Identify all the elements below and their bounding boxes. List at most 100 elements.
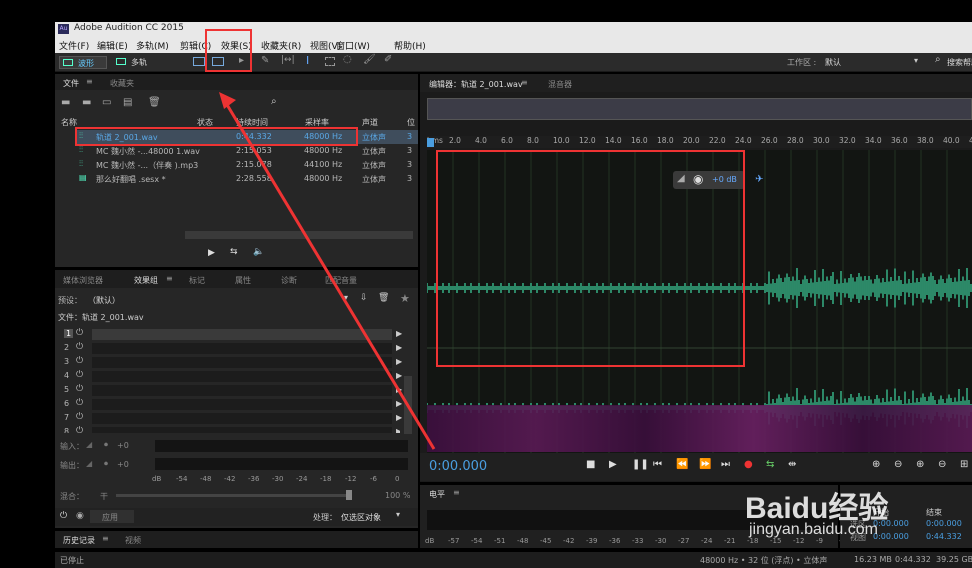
- menu-multitrack[interactable]: 多轨(M): [136, 39, 169, 52]
- skip-back-icon[interactable]: ⏮: [653, 459, 662, 470]
- panel-menu-icon[interactable]: ≡: [521, 78, 528, 87]
- waveform-view-button[interactable]: 波形: [59, 56, 107, 69]
- overview-bar[interactable]: [427, 98, 972, 120]
- input-gain-icon[interactable]: ⏺: [104, 440, 108, 450]
- effect-slot[interactable]: 1 ⏻ ▶: [60, 328, 402, 341]
- zoom-in-amplitude-icon[interactable]: ⊕: [872, 459, 880, 470]
- input-gain-knob-icon[interactable]: ◢: [86, 440, 92, 449]
- power-icon[interactable]: ⏻: [60, 511, 67, 521]
- menu-help[interactable]: 帮助(H): [394, 39, 426, 52]
- slot-arrow-icon[interactable]: ▶: [396, 413, 402, 422]
- power-icon[interactable]: ⏻: [76, 342, 83, 352]
- effect-slot[interactable]: 2 ⏻ ▶: [60, 342, 402, 355]
- stop-icon[interactable]: ■: [586, 459, 595, 470]
- fast-forward-icon[interactable]: ⏩: [699, 459, 711, 470]
- trash-icon[interactable]: 🗑: [148, 97, 161, 108]
- power-icon[interactable]: ⏻: [76, 412, 83, 422]
- trash-icon[interactable]: 🗑: [378, 293, 389, 303]
- mix-slider-handle[interactable]: [346, 490, 352, 500]
- power-icon[interactable]: ⏻: [76, 328, 83, 338]
- lasso-tool-icon[interactable]: ◌: [343, 54, 352, 65]
- menu-window[interactable]: 窗口(W): [336, 39, 370, 52]
- save-preset-icon[interactable]: ⇩: [360, 293, 368, 303]
- rewind-icon[interactable]: ⏪: [676, 459, 688, 470]
- brush-tool-icon[interactable]: 🖌: [363, 54, 376, 65]
- panel-menu-icon[interactable]: ≡: [86, 77, 93, 86]
- file-row[interactable]: ⫶⫶ MC 魏小然 -...（伴奏 ).mp3 2:15.078 44100 H…: [75, 158, 418, 172]
- view-start[interactable]: 0:00.000: [873, 532, 909, 541]
- slot-arrow-icon[interactable]: ▶: [396, 385, 402, 394]
- workspace-select[interactable]: 默认 ▾: [821, 56, 925, 69]
- razor-tool-icon[interactable]: ✎: [261, 55, 269, 66]
- tab-mixer[interactable]: 混音器: [548, 79, 572, 90]
- effect-slot[interactable]: 8 ⏻ ▶: [60, 426, 400, 433]
- slot-field[interactable]: [92, 385, 392, 396]
- menu-edit[interactable]: 编辑(E): [97, 39, 128, 52]
- time-ruler[interactable]: hms 2.0 4.0 6.0 8.0 10.0 12.0 14.0 16.0 18.0 20.0 2…: [427, 136, 972, 148]
- effect-slot[interactable]: 5 ⏻ ▶: [60, 384, 402, 397]
- play-icon[interactable]: ▶: [609, 459, 617, 470]
- slot-field[interactable]: [92, 413, 392, 424]
- slot-arrow-icon[interactable]: ▶: [396, 343, 402, 352]
- power-icon[interactable]: ⏻: [76, 426, 83, 433]
- spectral-display-icon[interactable]: [193, 57, 205, 66]
- power-icon[interactable]: ⏻: [76, 384, 83, 394]
- record-effects-icon[interactable]: ◉: [76, 511, 84, 521]
- panel-menu-icon[interactable]: ≡: [453, 488, 460, 497]
- effect-slot[interactable]: 4 ⏻ ▶: [60, 370, 402, 383]
- tab-favorites[interactable]: 收藏夹: [110, 78, 134, 89]
- chevron-down-icon[interactable]: ▾: [344, 293, 348, 302]
- tab-media-browser[interactable]: 媒体浏览器: [63, 275, 103, 286]
- playhead[interactable]: [427, 138, 434, 147]
- panel-menu-icon[interactable]: ≡: [166, 274, 173, 283]
- time-selection-tool-icon[interactable]: I: [306, 54, 309, 67]
- slot-arrow-icon[interactable]: ▶: [396, 371, 402, 380]
- search-files-icon[interactable]: ⌕: [271, 96, 277, 107]
- slot-arrow-icon[interactable]: ▶: [396, 357, 402, 366]
- chevron-down-icon[interactable]: ▾: [396, 510, 400, 519]
- skip-selection-icon[interactable]: ⇹: [788, 459, 796, 470]
- multitrack-view-button[interactable]: 多轨: [113, 56, 161, 69]
- slot-field[interactable]: [92, 343, 392, 354]
- power-icon[interactable]: ⏻: [76, 370, 83, 380]
- col-bits[interactable]: 位: [407, 117, 415, 128]
- search-icon[interactable]: ⌕: [935, 54, 941, 65]
- tab-effects-rack[interactable]: 效果组: [134, 275, 158, 286]
- selection-end[interactable]: 0:00.000: [926, 519, 962, 528]
- output-gain-icon[interactable]: ⏺: [104, 459, 108, 469]
- tab-diagnostics[interactable]: 诊断: [281, 275, 297, 286]
- open-folder-icon[interactable]: ▬: [61, 97, 70, 108]
- zoom-in-time-icon[interactable]: ⊕: [916, 459, 924, 470]
- search-help-input[interactable]: 搜索帮助: [947, 57, 972, 68]
- loop-playback-icon[interactable]: ⇆: [766, 459, 774, 470]
- preset-value[interactable]: （默认）: [88, 295, 120, 306]
- horizontal-scrollbar[interactable]: [185, 231, 413, 239]
- slot-field[interactable]: [92, 399, 392, 410]
- power-icon[interactable]: ⏻: [76, 398, 83, 408]
- skip-forward-icon[interactable]: ⏭: [721, 459, 730, 470]
- slot-field[interactable]: [92, 329, 392, 340]
- mix-slider[interactable]: [116, 494, 352, 497]
- slip-tool-icon[interactable]: |↔|: [281, 55, 295, 65]
- slot-field[interactable]: [92, 357, 392, 368]
- record-icon[interactable]: ●: [744, 459, 753, 470]
- pause-icon[interactable]: ❚❚: [632, 459, 649, 470]
- power-icon[interactable]: ⏻: [76, 356, 83, 366]
- slots-scrollbar[interactable]: [404, 376, 412, 434]
- slot-field[interactable]: [92, 427, 392, 433]
- tab-match-volume[interactable]: 匹配音量: [325, 275, 357, 286]
- insert-icon[interactable]: ▤: [123, 97, 132, 108]
- col-channels[interactable]: 声道: [362, 117, 378, 128]
- menu-file[interactable]: 文件(F): [59, 39, 89, 52]
- tab-markers[interactable]: 标记: [189, 275, 205, 286]
- apply-button[interactable]: 应用: [90, 510, 134, 523]
- zoom-out-amplitude-icon[interactable]: ⊖: [894, 459, 902, 470]
- panel-menu-icon[interactable]: ≡: [102, 534, 109, 543]
- effect-slot[interactable]: 7 ⏻ ▶: [60, 412, 402, 425]
- file-row[interactable]: ⫶⫶ MC 魏小然 -...48000 1.wav 2:15.053 48000…: [75, 144, 418, 158]
- file-row[interactable]: ▤ 那么好翻唱 .sesx * 2:28.558 48000 Hz 立体声 3: [75, 172, 418, 186]
- spot-healing-icon[interactable]: ✐: [384, 54, 392, 65]
- loop-icon[interactable]: ⇆: [230, 247, 238, 257]
- pin-icon[interactable]: ✈: [755, 174, 763, 185]
- output-gain-knob-icon[interactable]: ◢: [86, 459, 92, 468]
